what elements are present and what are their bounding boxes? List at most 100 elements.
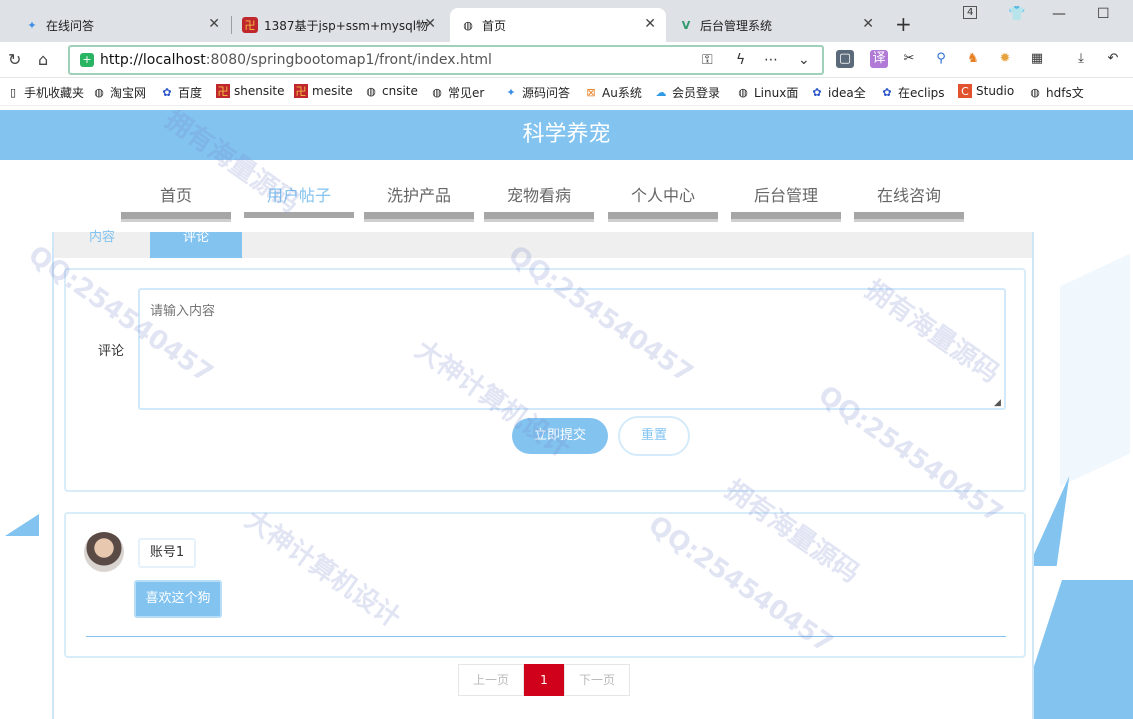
studio-icon: C <box>958 84 972 98</box>
search-icon[interactable]: ⚲ <box>932 50 950 68</box>
tab-count-badge[interactable]: 4 <box>963 6 978 19</box>
reset-button[interactable]: 重置 <box>618 416 690 456</box>
nav-item-home[interactable]: 首页 <box>121 160 231 224</box>
nav-underline <box>121 212 231 222</box>
minimize-icon[interactable]: — <box>1052 6 1066 22</box>
box-icon: ⊠ <box>586 86 596 99</box>
maximize-icon[interactable]: ☐ <box>1097 6 1110 22</box>
submit-button[interactable]: 立即提交 <box>512 418 608 454</box>
nav-item-profile[interactable]: 个人中心 <box>608 160 718 224</box>
browser-tab-admin[interactable]: V 后台管理系统 ✕ <box>668 8 884 42</box>
site-favicon: 卍 <box>294 84 308 98</box>
comment-form-card: 评论 ◢ 立即提交 重置 <box>64 268 1026 492</box>
nav-underline <box>484 212 594 222</box>
prev-page-button[interactable]: 上一页 <box>458 664 524 696</box>
question-icon: ✦ <box>27 18 37 32</box>
detail-subtabs: 内容 评论 <box>54 231 1032 258</box>
globe-icon: ◍ <box>432 86 442 99</box>
comment-text: 喜欢这个狗 <box>134 580 222 618</box>
undo-icon[interactable]: ↶ <box>1104 50 1122 68</box>
download-icon[interactable]: ⤓ <box>1072 50 1090 68</box>
browser-tab-qa[interactable]: ✦ 在线问答 ✕ <box>14 8 230 42</box>
pagination: 上一页 1 下一页 <box>458 664 630 696</box>
web-page: 科学养宠 首页 用户帖子 洗护产品 宠物看病 个人中心 后台管理 在线咨询 内容… <box>0 110 1133 719</box>
browser-tab-home[interactable]: ◍ 首页 ✕ <box>450 8 666 42</box>
nav-item-pet-clinic[interactable]: 宠物看病 <box>484 160 594 224</box>
avatar <box>84 532 124 572</box>
game-icon[interactable]: ♞ <box>964 50 982 68</box>
comment-list-card: 账号1 喜欢这个狗 <box>64 512 1026 658</box>
bookmark-item[interactable]: 卍 shensite <box>216 84 285 98</box>
tab-comments[interactable]: 评论 <box>150 231 242 258</box>
bookmark-item[interactable]: ◍ 常见er <box>430 84 484 101</box>
bookmark-item[interactable]: ▯ 手机收藏夹 <box>6 84 84 101</box>
current-page-button[interactable]: 1 <box>524 664 564 696</box>
globe-icon: ◍ <box>463 18 473 32</box>
bookmark-item[interactable]: C Studio <box>958 84 1014 98</box>
divider <box>86 636 1006 637</box>
bookmark-item[interactable]: ◍ Linux面 <box>736 84 798 101</box>
paw-icon: ✿ <box>162 86 172 99</box>
apps-grid-icon[interactable]: ▦ <box>1028 50 1046 68</box>
resize-grip-icon[interactable]: ◢ <box>994 398 1001 408</box>
paw-icon: ✿ <box>882 86 892 99</box>
bookmarks-bar: ▯ 手机收藏夹 ◍ 淘宝网 ✿ 百度 卍 shensite 卍 mesite ◍ cnsit… <box>0 78 1133 106</box>
url-text: http://localhost:8080/springbootomap1/fr… <box>100 52 492 68</box>
nav-underline <box>854 212 964 222</box>
comment-label: 评论 <box>98 344 125 359</box>
globe-icon: ◍ <box>366 84 376 98</box>
site-title: 科学养宠 <box>0 110 1133 160</box>
bookmark-item[interactable]: 卍 mesite <box>294 84 353 98</box>
bookmark-item[interactable]: ✦ 源码问答 <box>504 84 570 101</box>
address-bar[interactable]: + http://localhost:8080/springbootomap1/… <box>68 45 824 75</box>
close-icon[interactable]: ✕ <box>208 16 220 32</box>
post-detail-container: 内容 评论 评论 ◢ 立即提交 重置 账号1 喜欢这个狗 上一页 1 下一页 <box>52 231 1034 719</box>
bookmark-item[interactable]: ◍ 淘宝网 <box>92 84 146 101</box>
tab-title: 首页 <box>482 18 507 33</box>
scissors-icon[interactable]: ✂ <box>900 50 918 68</box>
browser-tab-strip: ✦ 在线问答 ✕ 卍 1387基于jsp+ssm+mysql物 ✕ ◍ 首页 ✕… <box>0 0 1133 42</box>
site-favicon: 卍 <box>216 84 230 98</box>
chevron-down-icon[interactable]: ⌄ <box>798 52 810 68</box>
comment-username: 账号1 <box>138 538 196 568</box>
translate-icon[interactable]: 译 <box>870 50 888 68</box>
tab-title: 后台管理系统 <box>700 18 773 33</box>
nav-underline <box>608 212 718 222</box>
bookmark-item[interactable]: ✿ 百度 <box>160 84 202 101</box>
browser-tab-project[interactable]: 卍 1387基于jsp+ssm+mysql物 ✕ <box>232 8 446 42</box>
gift-icon[interactable]: ✹ <box>996 50 1014 68</box>
main-nav: 首页 用户帖子 洗护产品 宠物看病 个人中心 后台管理 在线咨询 <box>0 160 1133 224</box>
nav-item-admin[interactable]: 后台管理 <box>731 160 841 224</box>
shirt-icon[interactable]: 👕 <box>1008 6 1025 22</box>
home-icon[interactable]: ⌂ <box>38 50 48 69</box>
bookmark-item[interactable]: ◍ hdfs文 <box>1028 84 1084 101</box>
paw-icon: ✿ <box>812 86 822 99</box>
extension-icon[interactable]: ▢ <box>836 50 854 68</box>
close-icon[interactable]: ✕ <box>862 16 874 32</box>
vue-icon: V <box>681 18 691 32</box>
nav-item-posts[interactable]: 用户帖子 <box>244 160 354 224</box>
nav-underline <box>244 212 354 218</box>
bookmark-item[interactable]: ✿ idea全 <box>810 84 865 101</box>
nav-underline <box>731 212 841 222</box>
lightning-icon[interactable]: ϟ <box>736 52 745 68</box>
next-page-button[interactable]: 下一页 <box>564 664 630 696</box>
bookmark-item[interactable]: ☁ 会员登录 <box>654 84 721 101</box>
decor-shape <box>1060 253 1130 487</box>
bookmark-item[interactable]: ◍ cnsite <box>364 84 418 98</box>
nav-item-care-products[interactable]: 洗护产品 <box>364 160 474 224</box>
more-icon[interactable]: ⋯ <box>764 52 778 68</box>
key-icon[interactable]: ⚿ <box>702 52 713 68</box>
url-host: http://localhost <box>100 52 206 68</box>
new-tab-button[interactable]: + <box>895 12 912 36</box>
reload-icon[interactable]: ↻ <box>8 50 21 69</box>
bookmark-item[interactable]: ⊠ Au系统 <box>584 84 641 101</box>
nav-item-consult[interactable]: 在线咨询 <box>854 160 964 224</box>
decor-shape <box>5 514 39 536</box>
comment-textarea[interactable] <box>138 288 1006 410</box>
bookmark-item[interactable]: ✿ 在eclips <box>880 84 944 101</box>
tab-content[interactable]: 内容 <box>54 231 150 258</box>
close-icon[interactable]: ✕ <box>644 16 656 32</box>
globe-icon: ◍ <box>1030 86 1040 99</box>
close-icon[interactable]: ✕ <box>424 16 436 32</box>
